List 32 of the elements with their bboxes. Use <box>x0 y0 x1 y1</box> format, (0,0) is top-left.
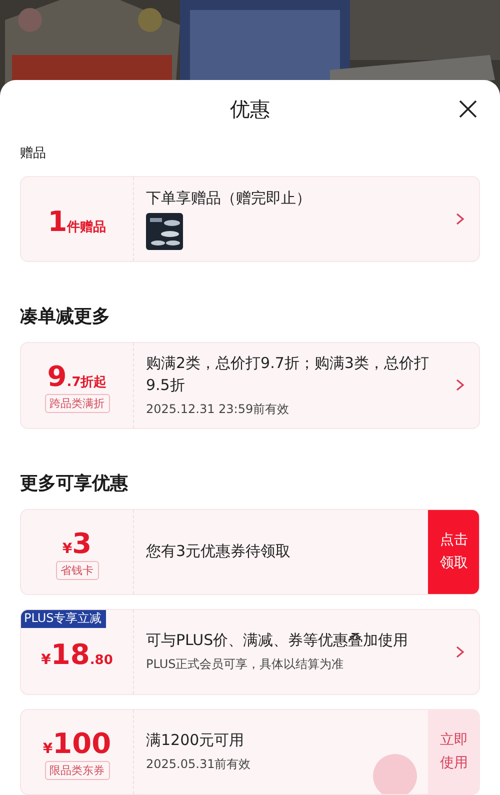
chevron-right-icon[interactable] <box>455 378 465 392</box>
section-heading: 更多可享优惠 <box>20 472 129 494</box>
coupon-amount: ¥3 <box>62 530 92 558</box>
coupon-tag: 跨品类满折 <box>44 394 110 414</box>
sheet-title: 优惠 <box>230 96 270 122</box>
coupon-amount: 1件赠品 <box>48 208 106 236</box>
coupon-title: 满1200元可用 <box>146 730 246 752</box>
coupon-tag: 省钱卡 <box>56 560 98 580</box>
coupon-card[interactable]: ¥3 省钱卡 您有3元优惠券待领取 点击领取 <box>20 508 480 594</box>
coupon-subtitle: 2025.12.31 23:59前有效 <box>146 400 290 418</box>
coupon-card[interactable]: PLUS专享立减 ¥18.80 可与PLUS价、满减、券等优惠叠加使用 PLUS正式会员可享，具体以结算为准 <box>20 608 480 694</box>
chevron-right-icon[interactable] <box>455 212 465 226</box>
coupon-title: 下单享赠品（赠完即止） <box>146 188 312 209</box>
coupon-tag: 限品类东券 <box>44 760 110 780</box>
section-heading: 赠品 <box>20 145 47 162</box>
chevron-right-icon[interactable] <box>455 644 465 658</box>
coupon-title: 您有3元优惠券待领取 <box>146 540 292 562</box>
coupon-card[interactable]: 9.7折起 跨品类满折 购满2类，总价打9.7折；购满3类，总价打9.5折 2025.12.31 23:59前有效 <box>20 342 480 428</box>
close-icon[interactable] <box>458 99 478 119</box>
section-heading: 凑单减更多 <box>20 305 111 328</box>
coupon-title: 可与PLUS价、满减、券等优惠叠加使用 <box>146 630 410 652</box>
coupon-subtitle: 2025.05.31前有效 <box>146 756 252 773</box>
coupon-subtitle: PLUS正式会员可享，具体以结算为准 <box>146 656 345 673</box>
coupon-amount: ¥100 <box>42 730 112 758</box>
plus-badge: PLUS专享立减 <box>21 610 106 628</box>
coupon-title: 购满2类，总价打9.7折；购满3类，总价打9.5折 <box>146 353 430 396</box>
coupon-card[interactable]: 1件赠品 下单享赠品（赠完即止） <box>20 176 480 262</box>
coupon-amount: ¥18.80 <box>41 640 113 668</box>
claim-button[interactable]: 点击领取 <box>428 510 479 594</box>
coupon-card[interactable]: ¥100 限品类东券 满1200元可用 2025.05.31前有效 立即使用 <box>20 708 480 794</box>
use-button[interactable]: 立即使用 <box>428 710 479 794</box>
coupon-amount: 9.7折起 <box>47 363 107 392</box>
